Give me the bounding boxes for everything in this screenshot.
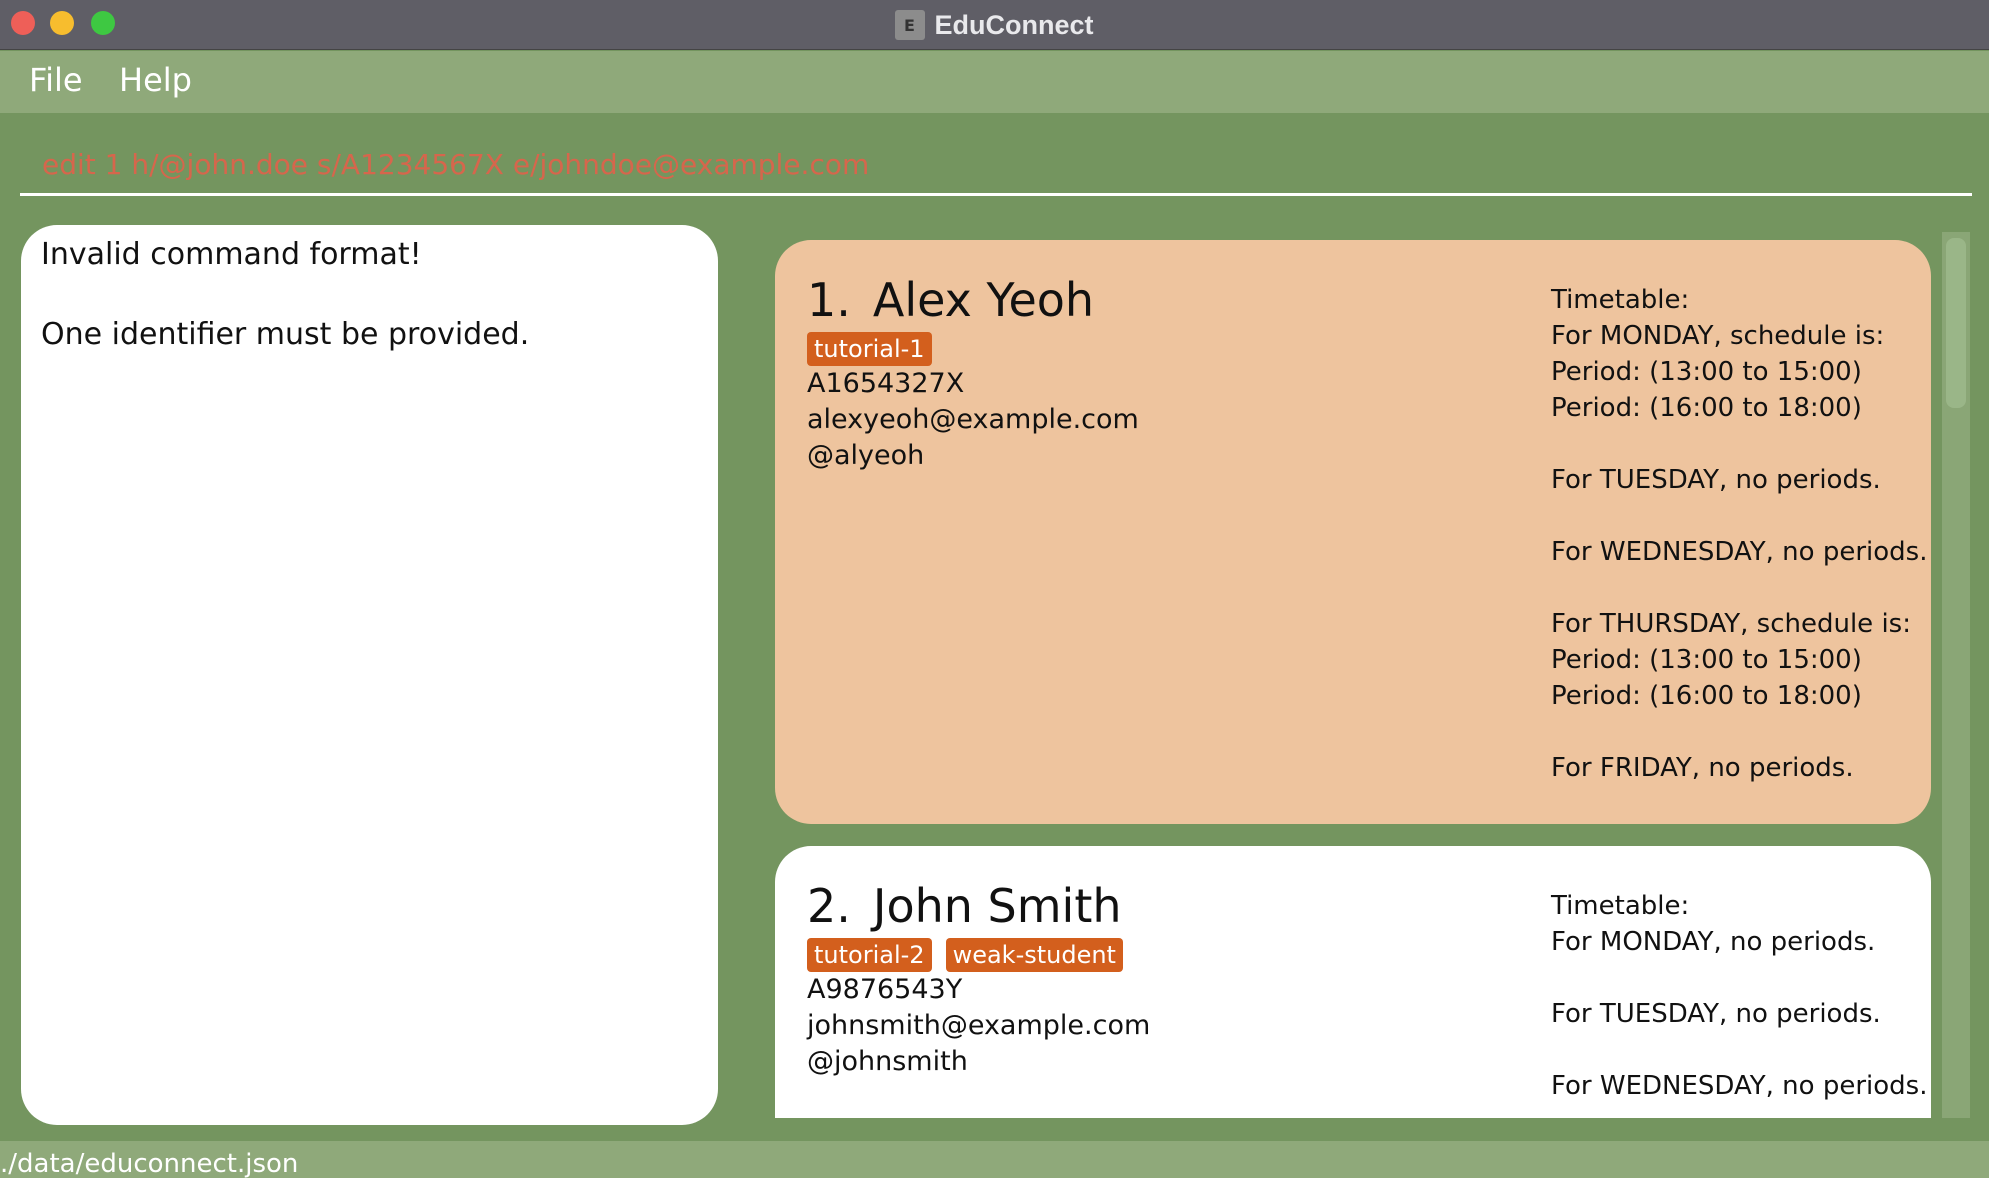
person-list[interactable]: 1. Alex Yeoh tutorial-1 A1654327X alexyeo… xyxy=(775,240,1931,1118)
timetable-line: Timetable: xyxy=(1551,891,1690,921)
timetable-line: Period: (13:00 to 15:00) xyxy=(1551,645,1862,675)
person-name-row: 1. Alex Yeoh xyxy=(807,270,1139,330)
status-bar: ./data/educonnect.json xyxy=(0,1141,1989,1178)
timetable-line: For WEDNESDAY, no periods. xyxy=(1551,537,1928,567)
person-timetable: Timetable: For MONDAY, schedule is: Peri… xyxy=(1551,282,1927,786)
person-name-row: 2. John Smith xyxy=(807,876,1150,936)
person-tag: weak-student xyxy=(945,938,1123,972)
person-timetable: Timetable: For MONDAY, no periods. For T… xyxy=(1551,888,1927,1104)
person-email: alexyeoh@example.com xyxy=(807,404,1139,435)
result-message-line: One identifier must be provided. xyxy=(41,317,530,352)
person-tag: tutorial-2 xyxy=(807,938,932,972)
result-blank-line xyxy=(41,275,698,315)
timetable-line xyxy=(1551,426,1927,462)
timetable-line xyxy=(1551,714,1927,750)
person-student-id: A9876543Y xyxy=(807,974,963,1005)
person-handle: @alyeoh xyxy=(807,440,925,471)
scrollbar-thumb[interactable] xyxy=(1946,238,1966,408)
person-name: John Smith xyxy=(872,879,1122,933)
menu-bar: File Help xyxy=(0,51,1989,113)
timetable-line xyxy=(1551,960,1927,996)
menu-help[interactable]: Help xyxy=(119,61,192,99)
timetable-line: Timetable: xyxy=(1551,285,1690,315)
title-bar: E EduConnect xyxy=(0,0,1989,50)
menu-file[interactable]: File xyxy=(29,61,83,99)
person-name: Alex Yeoh xyxy=(872,273,1095,327)
person-card[interactable]: 1. Alex Yeoh tutorial-1 A1654327X alexyeo… xyxy=(775,240,1931,824)
educonnect-app-icon: E xyxy=(894,10,925,40)
result-message-line: Invalid command format! xyxy=(41,237,422,272)
timetable-line: For TUESDAY, no periods. xyxy=(1551,999,1881,1029)
timetable-line xyxy=(1551,1032,1927,1068)
data-file-path: ./data/educonnect.json xyxy=(0,1149,299,1178)
timetable-line xyxy=(1551,570,1927,606)
timetable-line: Period: (16:00 to 18:00) xyxy=(1551,681,1862,711)
command-input[interactable] xyxy=(20,133,1972,195)
timetable-line: For FRIDAY, no periods. xyxy=(1551,753,1854,783)
timetable-line xyxy=(1551,498,1927,534)
timetable-line: Period: (13:00 to 15:00) xyxy=(1551,357,1862,387)
timetable-line: For MONDAY, schedule is: xyxy=(1551,321,1885,351)
person-tag: tutorial-1 xyxy=(807,332,932,366)
timetable-line: For MONDAY, no periods. xyxy=(1551,927,1876,957)
person-student-id: A1654327X xyxy=(807,368,965,399)
command-underline xyxy=(20,193,1972,196)
window-title: EduConnect xyxy=(934,9,1094,40)
command-box xyxy=(20,113,1972,198)
person-email: johnsmith@example.com xyxy=(807,1010,1151,1041)
person-index: 2. xyxy=(807,879,851,933)
person-index: 1. xyxy=(807,273,851,327)
person-card[interactable]: 2. John Smith tutorial-2 weak-student A98… xyxy=(775,846,1931,1118)
timetable-line: Period: (16:00 to 18:00) xyxy=(1551,393,1862,423)
timetable-line: For THURSDAY, schedule is: xyxy=(1551,609,1911,639)
person-handle: @johnsmith xyxy=(807,1046,968,1077)
result-display: Invalid command format! One identifier m… xyxy=(21,225,718,1125)
person-list-scrollbar[interactable] xyxy=(1942,232,1970,1118)
timetable-line: For WEDNESDAY, no periods. xyxy=(1551,1071,1928,1101)
timetable-line: For TUESDAY, no periods. xyxy=(1551,465,1881,495)
